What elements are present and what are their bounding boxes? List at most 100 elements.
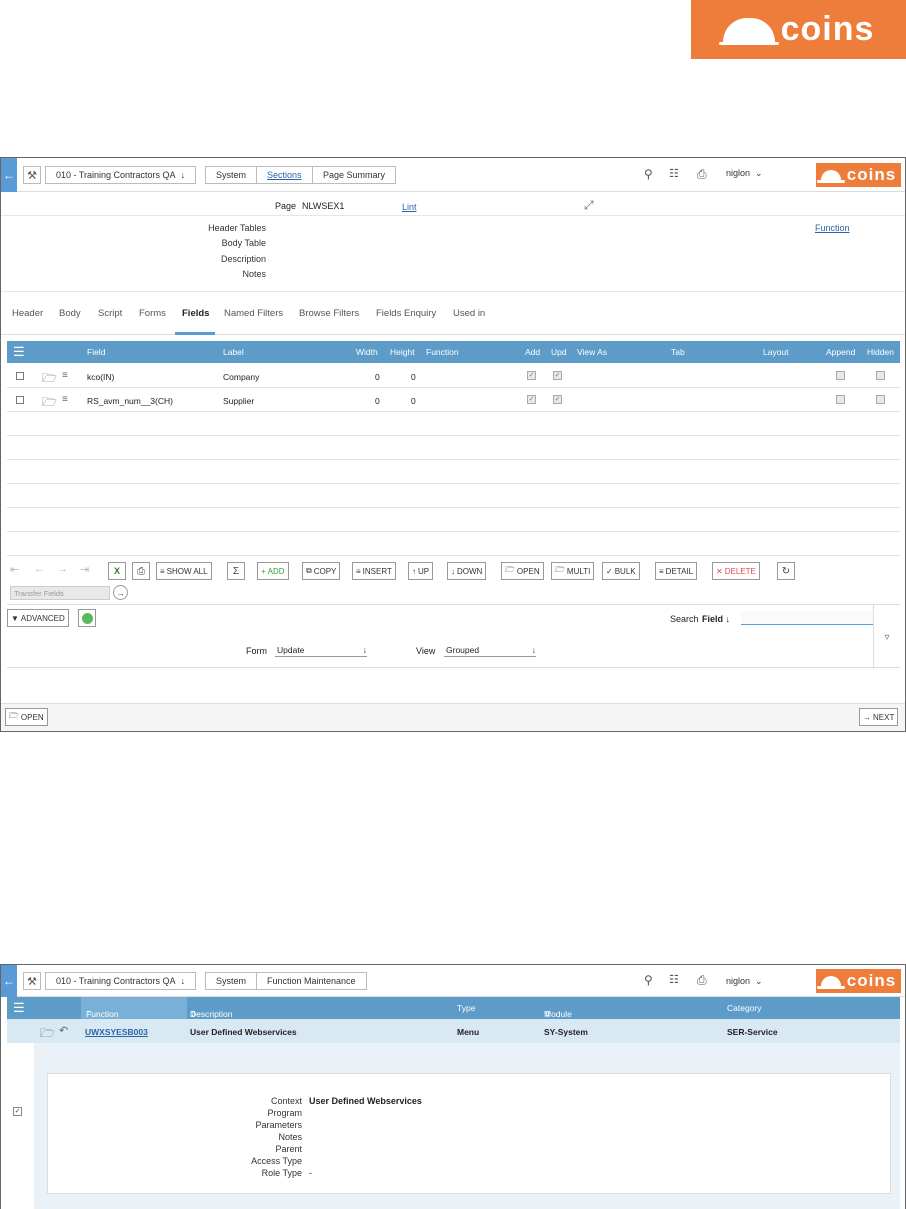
col-type[interactable]: Type [457,1003,475,1013]
row-select-checkbox[interactable] [16,372,24,380]
folder-icon[interactable]: 🗁 [42,393,57,414]
insert-button[interactable]: ≡ INSERT [352,562,396,580]
tab-used-in[interactable]: Used in [453,308,485,319]
footer-next-button[interactable]: → NEXT [859,708,899,726]
col-upd[interactable]: Upd [551,347,567,357]
parameters-label: Parameters [255,1120,302,1130]
function-description: User Defined Webservices [190,1027,297,1037]
arrow-up-icon: ↑ [412,566,416,576]
go-arrow-button[interactable]: → [113,585,128,600]
tab-browse-filters[interactable]: Browse Filters [299,308,359,319]
tab-forms[interactable]: Forms [139,308,166,319]
col-category[interactable]: Category [727,1003,762,1013]
col-layout[interactable]: Layout [763,347,789,357]
excel-export-button[interactable]: X [108,562,126,580]
col-add[interactable]: Add [525,347,540,357]
user-menu[interactable]: niglon ⌄ [726,976,763,987]
col-label[interactable]: Label [223,347,244,357]
user-menu[interactable]: niglon ⌄ [726,168,763,179]
table-row[interactable]: 🗁 ≡ RS_avm_num__3(CH) Supplier 0 0 ✓ ✓ [7,388,900,412]
apps-grid-icon[interactable]: ☷ [669,973,679,986]
up-button[interactable]: ↑ UP [408,562,434,580]
search-icon[interactable]: ⚲ [644,167,653,181]
delete-button[interactable]: ✕ DELETE [712,562,760,580]
breadcrumb-company[interactable]: 010 - Training Contractors QA ↓ [45,166,197,184]
footer-open-button[interactable]: 🗁 OPEN [5,708,48,726]
breadcrumb-company[interactable]: 010 - Training Contractors QA ↓ [45,972,197,990]
copy-button[interactable]: ⧉ COPY [302,562,341,580]
chevron-down-icon: ↓ [180,170,186,180]
search-field-selector[interactable]: Field ↓ [702,614,730,624]
filter-side-panel[interactable]: ▿ [873,605,900,669]
col-function[interactable]: Function [426,347,459,357]
col-append[interactable]: Append [826,347,855,357]
breadcrumb-function-maintenance[interactable]: Function Maintenance [256,972,367,990]
menu-icon[interactable]: ☰ [13,344,25,360]
folder-icon[interactable]: 🗁 [42,369,57,390]
function-type: Menu [457,1027,480,1037]
add-button[interactable]: + ADD [257,562,289,580]
bulk-button[interactable]: ✓ BULK [602,562,640,580]
print-icon[interactable]: ⎙ [697,973,707,988]
table-row-selected[interactable]: 🗁 ↶ UWXSYESB003 User Defined Webservices… [7,1019,900,1043]
detail-icon[interactable]: ≡ [62,370,68,381]
transfer-fields-input[interactable]: Transfer Fields [10,586,110,600]
list-icon: ≡ [160,566,165,576]
tab-fields-enquiry[interactable]: Fields Enquiry [376,308,436,319]
breadcrumb-page-summary[interactable]: Page Summary [312,166,397,184]
undo-icon[interactable]: ↶ [59,1024,68,1037]
multi-button[interactable]: 🗁 MULTI [551,562,595,580]
print-button[interactable]: ⎙ [132,562,150,580]
breadcrumb-sections[interactable]: Sections [256,166,313,184]
wrench-icon[interactable]: ⚒ [23,166,41,184]
expand-icon[interactable]: ⤢ [584,198,594,213]
menu-icon[interactable]: ☰ [13,1000,25,1016]
col-height[interactable]: Height [390,347,415,357]
view-select[interactable]: Grouped ↓ [444,643,536,657]
lint-link[interactable]: Lint [402,202,417,212]
apply-filter-button[interactable] [78,609,96,627]
back-icon[interactable]: ← [1,158,17,192]
col-field[interactable]: Field [87,347,105,357]
col-hidden[interactable]: Hidden [867,347,894,357]
function-link[interactable]: Function [815,223,850,233]
prev-page-icon[interactable]: ← [34,563,45,575]
notes-label: Notes [278,1132,302,1142]
show-all-button[interactable]: ≡ SHOW ALL [156,562,212,580]
tab-header[interactable]: Header [12,308,43,319]
table-row[interactable]: 🗁 ≡ kco(IN) Company 0 0 ✓ ✓ [7,364,900,388]
down-button[interactable]: ↓ DOWN [447,562,487,580]
col-tab[interactable]: Tab [671,347,685,357]
role-type-value: - [309,1168,312,1178]
advanced-button[interactable]: ▼ ADVANCED [7,609,69,627]
breadcrumb-system[interactable]: System [205,972,258,990]
open-button[interactable]: 🗁 OPEN [501,562,544,580]
row-select-checkbox[interactable] [16,396,24,404]
next-page-icon[interactable]: → [57,563,68,575]
back-icon[interactable]: ← [1,965,17,997]
tab-script[interactable]: Script [98,308,122,319]
col-width[interactable]: Width [356,347,378,357]
sum-button[interactable]: Σ [227,562,245,580]
access-type-label: Access Type [251,1156,302,1166]
detail-icon[interactable]: ≡ [62,394,68,405]
refresh-button[interactable]: ↻ [777,562,795,580]
wrench-icon[interactable]: ⚒ [23,972,41,990]
search-icon[interactable]: ⚲ [644,973,653,987]
last-page-icon[interactable]: ⇥ [80,563,89,576]
first-page-icon[interactable]: ⇤ [10,563,19,576]
search-input[interactable] [741,611,873,625]
breadcrumb-system[interactable]: System [205,166,258,184]
expand-row-checkbox[interactable]: ✓ [13,1107,22,1116]
form-select[interactable]: Update ↓ [275,643,367,657]
detail-button[interactable]: ≡ DETAIL [655,562,698,580]
tab-body[interactable]: Body [59,308,81,319]
function-code-link[interactable]: UWXSYESB003 [85,1027,148,1037]
tab-fields[interactable]: Fields [182,308,209,319]
col-view-as[interactable]: View As [577,347,607,357]
tab-named-filters[interactable]: Named Filters [224,308,283,319]
coins-logo-small: coins [816,969,901,993]
folder-icon[interactable]: 🗁 [40,1024,55,1045]
apps-grid-icon[interactable]: ☷ [669,167,679,180]
print-icon[interactable]: ⎙ [697,167,707,182]
